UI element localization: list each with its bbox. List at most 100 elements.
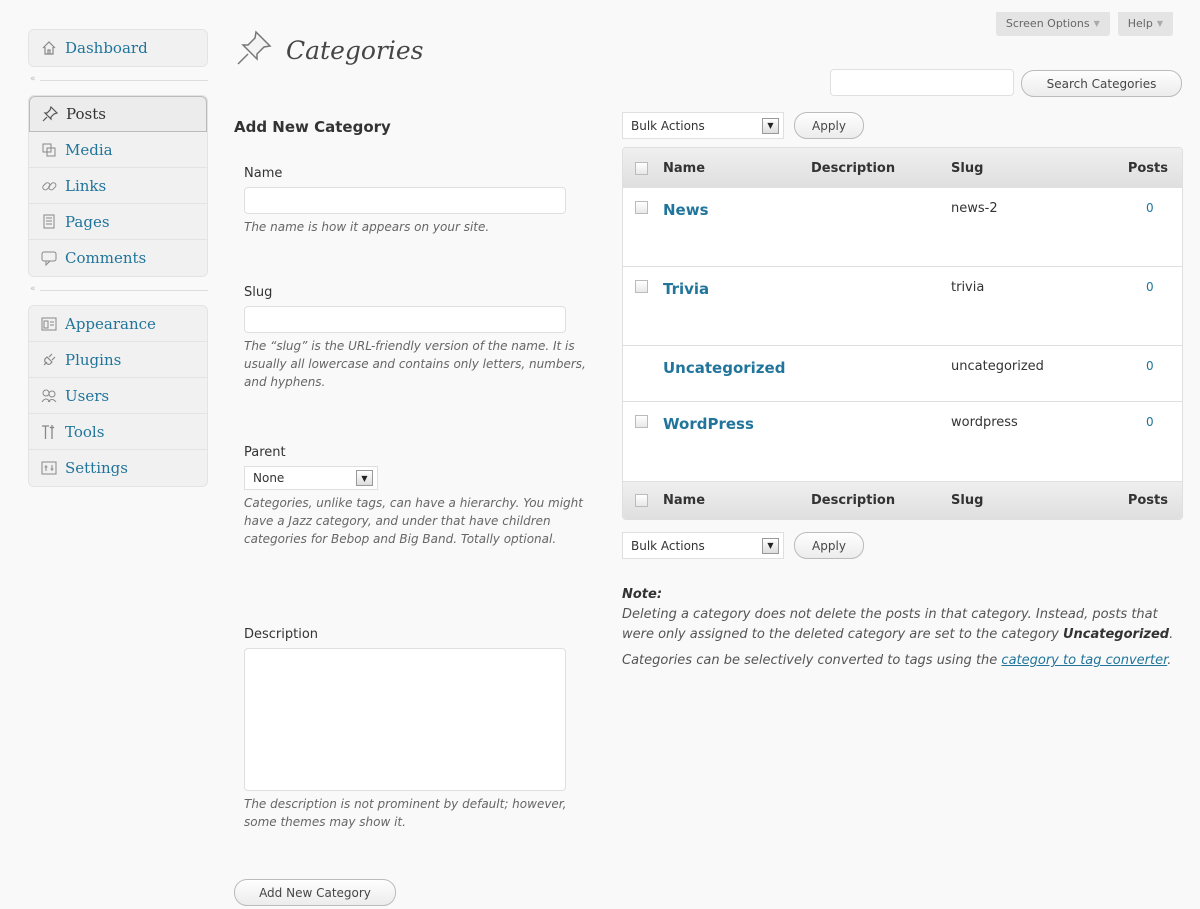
- admin-menu: Dashboard « Posts Media Links Pages Comm…: [28, 29, 208, 487]
- table-row: WordPress wordpress 0: [623, 401, 1182, 481]
- menu-item-label: Media: [65, 140, 113, 159]
- menu-item-label: Settings: [65, 459, 128, 477]
- category-posts-count[interactable]: 0: [1101, 359, 1182, 373]
- description-textarea[interactable]: [244, 648, 566, 791]
- menu-item-users[interactable]: Users: [29, 378, 207, 414]
- screen-options-tab[interactable]: Screen Options ▼: [995, 12, 1110, 36]
- category-name-link[interactable]: WordPress: [663, 415, 811, 433]
- column-header-slug[interactable]: Slug: [951, 161, 1101, 176]
- bulk-actions-select[interactable]: Bulk Actions ▼: [622, 112, 784, 139]
- note-text: .: [1167, 653, 1172, 668]
- category-name-link[interactable]: Trivia: [663, 280, 811, 298]
- column-footer-name[interactable]: Name: [663, 493, 811, 508]
- menu-item-label: Posts: [66, 105, 106, 123]
- menu-item-appearance[interactable]: Appearance: [29, 306, 207, 342]
- category-slug: news-2: [951, 201, 998, 216]
- select-all-checkbox[interactable]: [635, 161, 648, 175]
- description-label: Description: [244, 627, 319, 642]
- parent-field-group: Parent None ▼ Categories, unlike tags, c…: [244, 445, 589, 548]
- menu-group-admin: Appearance Plugins Users Tools Settings: [28, 305, 208, 487]
- search-input[interactable]: [830, 69, 1014, 96]
- slug-field-group: Slug The “slug” is the URL-friendly vers…: [244, 285, 589, 391]
- note-text: Categories can be selectively converted …: [622, 653, 1002, 668]
- settings-icon: [37, 460, 61, 476]
- house-icon: [37, 40, 61, 56]
- menu-item-tools[interactable]: Tools: [29, 414, 207, 450]
- column-footer-posts[interactable]: Posts: [1101, 493, 1182, 508]
- name-hint: The name is how it appears on your site.: [244, 220, 490, 234]
- chevron-down-icon: ▼: [762, 537, 779, 554]
- bulk-actions-value: Bulk Actions: [631, 538, 705, 553]
- category-posts-count[interactable]: 0: [1101, 415, 1182, 429]
- row-checkbox[interactable]: [635, 415, 648, 428]
- menu-item-label: Plugins: [65, 350, 122, 369]
- menu-item-label: Appearance: [65, 314, 156, 333]
- bulk-actions-bottom: Bulk Actions ▼ Apply: [622, 532, 864, 559]
- users-icon: [37, 388, 61, 404]
- column-header-posts[interactable]: Posts: [1101, 161, 1182, 176]
- bulk-actions-value: Bulk Actions: [631, 118, 705, 133]
- category-to-tag-converter-link[interactable]: category to tag converter: [1001, 653, 1167, 668]
- menu-item-plugins[interactable]: Plugins: [29, 342, 207, 378]
- chevron-down-icon: ▼: [356, 470, 373, 486]
- tools-icon: [37, 424, 61, 440]
- parent-label: Parent: [244, 445, 286, 460]
- chevron-down-icon: ▼: [1156, 19, 1163, 28]
- chain-link-icon: [37, 178, 61, 194]
- parent-select-value: None: [253, 471, 285, 485]
- table-header: Name Description Slug Posts: [623, 148, 1182, 188]
- menu-item-settings[interactable]: Settings: [29, 450, 207, 486]
- menu-item-label: Links: [65, 176, 107, 195]
- name-input[interactable]: [244, 187, 566, 214]
- menu-separator: «: [28, 67, 208, 95]
- speech-bubble-icon: [37, 250, 61, 266]
- parent-select[interactable]: None ▼: [244, 466, 378, 490]
- slug-hint: The “slug” is the URL-friendly version o…: [244, 339, 586, 389]
- slug-input[interactable]: [244, 306, 566, 333]
- help-label: Help: [1127, 17, 1153, 30]
- categories-table: Name Description Slug Posts News news-2 …: [622, 147, 1183, 520]
- description-hint: The description is not prominent by defa…: [244, 797, 567, 829]
- chevron-down-icon: ▼: [1093, 19, 1100, 28]
- name-label: Name: [244, 166, 283, 181]
- row-checkbox[interactable]: [635, 201, 648, 214]
- plug-icon: [37, 352, 61, 368]
- bulk-actions-select[interactable]: Bulk Actions ▼: [622, 532, 784, 559]
- table-row: Uncategorized uncategorized 0: [623, 345, 1182, 401]
- menu-item-label: Dashboard: [65, 39, 148, 57]
- note-paragraph: Deleting a category does not delete the …: [622, 605, 1182, 645]
- menu-item-comments[interactable]: Comments: [29, 240, 207, 276]
- column-footer-description[interactable]: Description: [811, 493, 951, 508]
- category-posts-count[interactable]: 0: [1101, 280, 1182, 294]
- menu-item-pages[interactable]: Pages: [29, 204, 207, 240]
- select-all-checkbox[interactable]: [635, 494, 648, 507]
- note-paragraph: Categories can be selectively converted …: [622, 651, 1182, 671]
- column-header-name[interactable]: Name: [663, 161, 811, 176]
- category-name-link[interactable]: Uncategorized: [663, 359, 811, 377]
- column-footer-slug[interactable]: Slug: [951, 493, 1101, 508]
- search-categories-button[interactable]: Search Categories: [1021, 70, 1182, 97]
- screen-options-label: Screen Options: [1005, 17, 1090, 30]
- category-name-link[interactable]: News: [663, 201, 811, 219]
- apply-button[interactable]: Apply: [794, 112, 864, 139]
- pushpin-icon: [38, 106, 62, 122]
- apply-button[interactable]: Apply: [794, 532, 864, 559]
- menu-item-media[interactable]: Media: [29, 132, 207, 168]
- menu-group-dashboard: Dashboard: [28, 29, 208, 67]
- column-header-description[interactable]: Description: [811, 161, 951, 176]
- note-title: Note:: [622, 587, 663, 602]
- row-checkbox[interactable]: [635, 280, 648, 293]
- category-slug: wordpress: [951, 415, 1018, 430]
- menu-item-posts[interactable]: Posts: [29, 96, 207, 132]
- appearance-icon: [37, 316, 61, 332]
- slug-label: Slug: [244, 285, 273, 300]
- menu-item-dashboard[interactable]: Dashboard: [29, 30, 207, 66]
- note-section: Note: Deleting a category does not delet…: [622, 585, 1182, 671]
- menu-item-links[interactable]: Links: [29, 168, 207, 204]
- bulk-actions-top: Bulk Actions ▼ Apply: [622, 112, 864, 139]
- category-posts-count[interactable]: 0: [1101, 201, 1182, 215]
- add-new-category-button[interactable]: Add New Category: [234, 879, 396, 906]
- pushpin-icon: [234, 28, 274, 72]
- page-title: Categories: [286, 35, 424, 65]
- help-tab[interactable]: Help ▼: [1117, 12, 1173, 36]
